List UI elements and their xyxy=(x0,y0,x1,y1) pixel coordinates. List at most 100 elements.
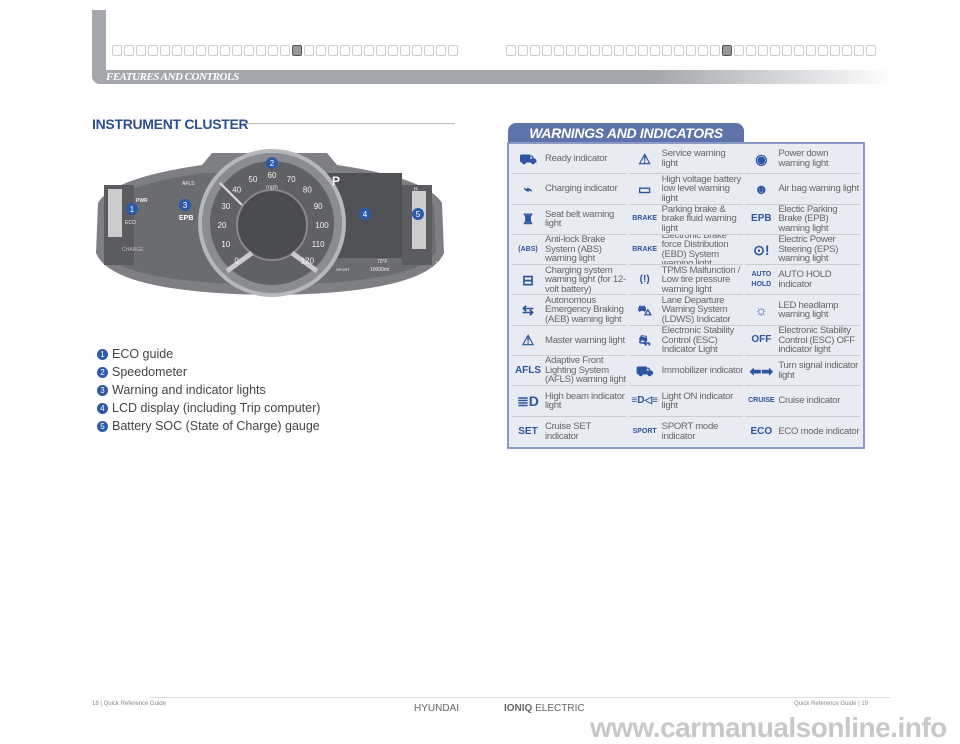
speed-tick-label: 0 xyxy=(234,256,239,265)
airbag-icon: ☻ xyxy=(753,180,769,197)
eco-mode-icon: ECO xyxy=(750,425,773,437)
indicator-cell: ⚠ Service warning light xyxy=(628,144,744,175)
svg-text:ECO: ECO xyxy=(125,220,136,226)
indicator-cell: ☻ Air bag warning light xyxy=(745,174,860,205)
feature-thumbnail-icon xyxy=(830,45,840,56)
lane-departure-icon: ⛍ xyxy=(637,302,652,319)
callout-badge: 4 xyxy=(359,208,371,220)
indicator-label: Electric Power Steering (EPS) warning li… xyxy=(778,234,839,265)
speed-tick-label: 80 xyxy=(303,186,312,195)
legend-text: Warning and indicator lights xyxy=(112,383,266,397)
feature-thumbnail-icon xyxy=(650,45,660,56)
feature-thumbnail-icon xyxy=(196,45,206,56)
callout-badge: 5 xyxy=(412,208,424,220)
indicator-label: High voltage battery low level warning l… xyxy=(661,174,742,204)
gear-indicator: P xyxy=(332,174,340,188)
indicator-label: Electronic Stability Control (ESC) OFF i… xyxy=(778,325,855,356)
feature-thumbnail-icon xyxy=(172,45,182,56)
warnings-section-title: WARNINGS AND INDICATORS xyxy=(508,123,744,143)
feature-thumbnail-icon xyxy=(794,45,804,56)
indicator-cell: ▭ High voltage battery low level warning … xyxy=(628,174,744,205)
feature-thumbnail-icon xyxy=(866,45,876,56)
footer-brand: HYUNDAI xyxy=(414,703,460,714)
brake-icon: BRAKE xyxy=(632,215,658,223)
car-ready-icon: ⛟ xyxy=(519,150,537,167)
feature-thumbnail-icon xyxy=(124,45,134,56)
feature-thumbnail-icon xyxy=(602,45,612,56)
indicator-label: Light ON indicator light xyxy=(661,390,734,412)
indicator-label: High beam indicator light xyxy=(545,390,625,412)
service-ev-warning-icon: ⚠ xyxy=(638,150,651,167)
section-header-bar: FEATURES AND CONTROLS xyxy=(92,70,892,84)
cluster-legend-list: 1 ECO guide 2 Speedometer 3 Warning and indic… xyxy=(97,345,320,435)
indicator-label: ECO mode indicator xyxy=(778,426,860,438)
feature-thumbnail-icon xyxy=(388,45,398,56)
sport-mode-icon: SPORT xyxy=(632,427,657,435)
feature-thumbnail-icon xyxy=(412,45,422,56)
indicator-cell: ♜ Seat belt warning light xyxy=(512,205,627,235)
feature-thumbnail-icon xyxy=(292,45,302,56)
feature-thumbnail-icon xyxy=(148,45,158,56)
indicator-label: Electic Parking Brake (EPB) warning ligh… xyxy=(778,204,838,234)
feature-thumbnail-icon xyxy=(734,45,744,56)
indicator-cell: ⚠ Master warning light xyxy=(512,326,627,357)
turn-signal-icon: ⬅➡ xyxy=(749,362,774,379)
callout-badge: 3 xyxy=(179,199,191,211)
indicator-label: Ready indicator xyxy=(545,152,608,164)
indicator-label: Master warning light xyxy=(545,334,625,346)
feature-thumbnail-icon xyxy=(112,45,122,56)
feature-thumbnail-icon xyxy=(340,45,350,56)
feature-thumbnail-icon xyxy=(184,45,194,56)
footer-left-page: 18 | Quick Reference Guide xyxy=(92,701,166,707)
feature-thumbnail-icon xyxy=(746,45,756,56)
indicator-cell: AUTO HOLD AUTO HOLD indicator xyxy=(745,265,860,296)
feature-thumbnail-icon xyxy=(530,45,540,56)
ebd-icon: BRAKE xyxy=(632,245,658,253)
feature-thumbnail-icon xyxy=(806,45,816,56)
callout-badge: 2 xyxy=(266,157,278,169)
seat-belt-icon: ♜ xyxy=(521,211,535,228)
indicator-cell: EPB Electic Parking Brake (EPB) warning l… xyxy=(745,205,860,235)
feature-thumbnail-icon xyxy=(722,45,732,56)
legend-text: ECO guide xyxy=(112,347,174,361)
svg-text:H: H xyxy=(414,187,418,193)
svg-text:CHARGE: CHARGE xyxy=(122,247,144,253)
svg-text:5: 5 xyxy=(416,210,421,219)
indicator-label: SPORT mode indicator xyxy=(661,421,719,442)
indicator-label: Lane Departure Warning System (LDWS) Ind… xyxy=(661,295,731,325)
speed-tick-label: 70 xyxy=(287,175,296,184)
indicator-cell: ⛐ Electronic Stability Control (ESC) Indi… xyxy=(628,326,744,357)
speed-tick-label: 20 xyxy=(218,221,227,230)
indicator-label: Seat belt warning light xyxy=(545,208,615,230)
indicator-label: Power down warning light xyxy=(778,148,829,169)
light-on-icon: ≡D◁≡ xyxy=(631,395,658,407)
legend-item: 4 LCD display (including Trip computer) xyxy=(97,399,320,417)
feature-thumbnail-icon xyxy=(304,45,314,56)
speed-tick-label: 120 xyxy=(301,256,315,265)
feature-thumbnail-icon xyxy=(518,45,528,56)
feature-thumbnail-icon xyxy=(424,45,434,56)
legend-text: LCD display (including Trip computer) xyxy=(112,401,321,415)
aeb-icon: ⇆ xyxy=(522,302,534,319)
feature-thumbnail-icon xyxy=(614,45,624,56)
epb-icon: EPB xyxy=(751,213,772,225)
afls-icon: AFLS xyxy=(514,364,542,376)
section-title: FEATURES AND CONTROLS xyxy=(106,71,239,83)
indicator-cell: ≡D◁≡ Light ON indicator light xyxy=(628,386,744,417)
feature-thumbnail-icon xyxy=(854,45,864,56)
feature-thumbnail-icon xyxy=(686,45,696,56)
indicator-cell: ☼ LED headlamp warning light xyxy=(745,295,860,326)
svg-text:10000mi: 10000mi xyxy=(370,267,389,273)
esc-icon: ⛐ xyxy=(638,332,651,349)
feature-thumbnail-icon xyxy=(136,45,146,56)
indicator-cell: BRAKE Electronic Brake force Distribution… xyxy=(628,235,744,266)
indicator-cell: (!) TPMS Malfunction / Low tire pressure … xyxy=(628,265,744,296)
hv-battery-icon: ▭ xyxy=(638,180,652,197)
instrument-cluster-image: 0 10 20 3040 50 60 70 8090 100 110 120 mph P PWR E… xyxy=(96,149,444,297)
feature-thumbnail-icon xyxy=(328,45,338,56)
indicator-label: Adaptive Front Lighting System (AFLS) wa… xyxy=(545,356,626,386)
footer-model: IONIQ ELECTRIC xyxy=(504,703,585,714)
indicator-cell: ≣D High beam indicator light xyxy=(512,386,627,417)
feature-thumbnail-icon xyxy=(842,45,852,56)
footer-right-page: Quick Reference Guide | 19 xyxy=(794,701,868,707)
